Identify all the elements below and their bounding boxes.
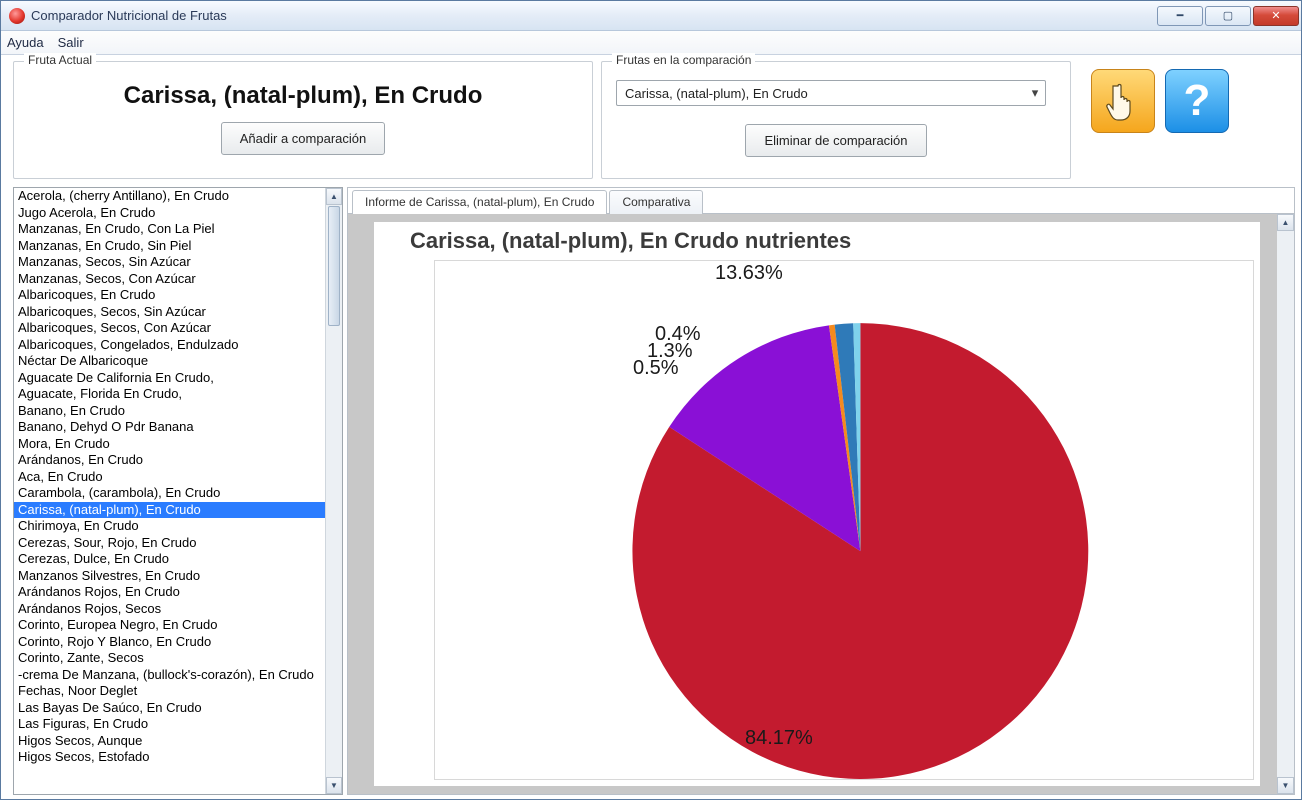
fruit-list-item[interactable]: Las Bayas De Saúco, En Crudo [14,700,325,717]
fruit-list-item[interactable]: Carambola, (carambola), En Crudo [14,485,325,502]
fruit-list-item[interactable]: Corinto, Zante, Secos [14,650,325,667]
remove-from-comparison-button[interactable]: Eliminar de comparación [745,124,926,157]
menu-salir[interactable]: Salir [58,35,84,50]
fruit-list-item[interactable]: Cerezas, Sour, Rojo, En Crudo [14,535,325,552]
fruit-list-item[interactable]: Banano, Dehyd O Pdr Banana [14,419,325,436]
menu-ayuda[interactable]: Ayuda [7,35,44,50]
fruit-list-item[interactable]: Albaricoques, En Crudo [14,287,325,304]
fruta-actual-group: Fruta Actual Carissa, (natal-plum), En C… [13,61,593,179]
comparison-select-value: Carissa, (natal-plum), En Crudo [617,86,1025,101]
minimize-button[interactable]: ━ [1157,6,1203,26]
menubar: Ayuda Salir [1,31,1301,55]
fruit-list-item[interactable]: Arándanos Rojos, Secos [14,601,325,618]
tabstrip: Informe de Carissa, (natal-plum), En Cru… [348,188,1294,214]
fruit-list-item[interactable]: Acerola, (cherry Antillano), En Crudo [14,188,325,205]
window-title: Comparador Nutricional de Frutas [31,8,227,23]
fruit-list-item[interactable]: Aguacate, Florida En Crudo, [14,386,325,403]
chart-title: Carissa, (natal-plum), En Crudo nutrient… [374,222,1260,258]
titlebar: Comparador Nutricional de Frutas ━ ▢ ✕ [1,1,1301,31]
scroll-up-icon[interactable]: ▲ [1277,214,1294,231]
pie-chart: 13.63%0.4%1.3%0.5%84.17% [434,260,1254,780]
chevron-down-icon: ▾ [1025,81,1045,105]
fruit-list-item[interactable]: Corinto, Europea Negro, En Crudo [14,617,325,634]
question-icon: ? [1184,79,1211,123]
fruit-list-item[interactable]: Aguacate De California En Crudo, [14,370,325,387]
fruta-actual-legend: Fruta Actual [24,53,96,67]
fruit-list-item[interactable]: Manzanos Silvestres, En Crudo [14,568,325,585]
fruit-list-item[interactable]: Aca, En Crudo [14,469,325,486]
fruit-list-item[interactable]: Jugo Acerola, En Crudo [14,205,325,222]
pointer-hand-button[interactable] [1091,69,1155,133]
tab-informe[interactable]: Informe de Carissa, (natal-plum), En Cru… [352,190,607,214]
scroll-down-icon[interactable]: ▼ [1277,777,1294,794]
fruit-list-item[interactable]: Mora, En Crudo [14,436,325,453]
fruit-list-item[interactable]: Las Figuras, En Crudo [14,716,325,733]
comparison-select[interactable]: Carissa, (natal-plum), En Crudo ▾ [616,80,1046,106]
detail-pane: Informe de Carissa, (natal-plum), En Cru… [347,187,1295,795]
fruit-list-item[interactable]: Albaricoques, Secos, Con Azúcar [14,320,325,337]
fruit-list[interactable]: Acerola, (cherry Antillano), En CrudoJug… [13,187,343,795]
fruit-list-item[interactable]: Fechas, Noor Deglet [14,683,325,700]
pie-slice-label: 84.17% [745,727,813,750]
chart-area: Carissa, (natal-plum), En Crudo nutrient… [348,214,1294,794]
fruit-list-item[interactable]: Manzanas, Secos, Con Azúcar [14,271,325,288]
maximize-button[interactable]: ▢ [1205,6,1251,26]
fruit-list-item[interactable]: Albaricoques, Congelados, Endulzado [14,337,325,354]
fruit-list-item[interactable]: Arándanos Rojos, En Crudo [14,584,325,601]
fruta-actual-name: Carissa, (natal-plum), En Crudo [28,82,578,110]
window-controls: ━ ▢ ✕ [1155,6,1299,26]
pane-scrollbar[interactable]: ▲ ▼ [1277,214,1294,794]
fruit-list-item[interactable]: Néctar De Albaricoque [14,353,325,370]
pie-slice-label: 0.5% [633,357,679,380]
comparacion-group: Frutas en la comparación Carissa, (natal… [601,61,1071,179]
fruit-list-item[interactable]: Corinto, Rojo Y Blanco, En Crudo [14,634,325,651]
fruit-list-item[interactable]: Cerezas, Dulce, En Crudo [14,551,325,568]
fruit-list-item[interactable]: Higos Secos, Aunque [14,733,325,750]
scroll-down-icon[interactable]: ▼ [326,777,342,794]
comparacion-legend: Frutas en la comparación [612,53,755,67]
fruit-list-item[interactable]: Manzanas, Secos, Sin Azúcar [14,254,325,271]
fruit-list-item[interactable]: Banano, En Crudo [14,403,325,420]
fruit-list-item[interactable]: -crema De Manzana, (bullock's-corazón), … [14,667,325,684]
scroll-up-icon[interactable]: ▲ [326,188,342,205]
fruit-list-item[interactable]: Manzanas, En Crudo, Con La Piel [14,221,325,238]
pie-slice-label: 13.63% [715,262,783,285]
pointer-hand-icon [1104,80,1142,122]
fruit-list-item[interactable]: Carissa, (natal-plum), En Crudo [14,502,325,519]
app-window: Comparador Nutricional de Frutas ━ ▢ ✕ A… [0,0,1302,800]
list-scrollbar[interactable]: ▲ ▼ [325,188,342,794]
fruit-list-item[interactable]: Higos Secos, Estofado [14,749,325,766]
scroll-thumb[interactable] [328,206,340,326]
fruit-list-item[interactable]: Manzanas, En Crudo, Sin Piel [14,238,325,255]
tab-comparativa[interactable]: Comparativa [609,190,703,214]
strawberry-icon [9,8,25,24]
help-button[interactable]: ? [1165,69,1229,133]
fruit-list-item[interactable]: Albaricoques, Secos, Sin Azúcar [14,304,325,321]
fruit-list-item[interactable]: Chirimoya, En Crudo [14,518,325,535]
fruit-list-item[interactable]: Arándanos, En Crudo [14,452,325,469]
close-button[interactable]: ✕ [1253,6,1299,26]
add-to-comparison-button[interactable]: Añadir a comparación [221,122,385,155]
